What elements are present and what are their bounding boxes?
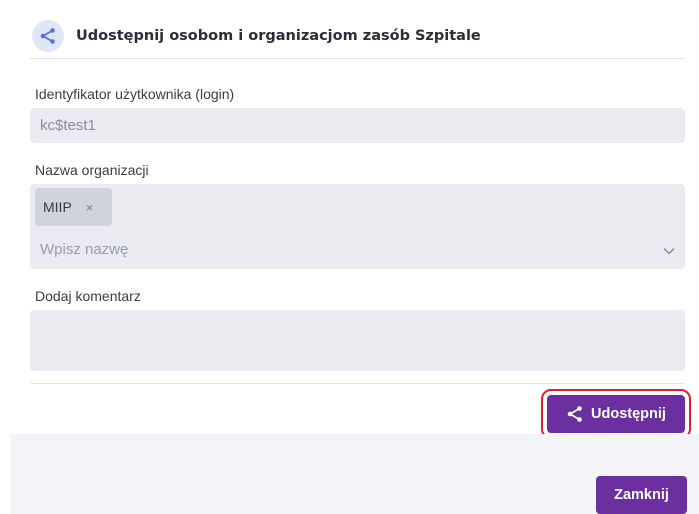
- dialog-header: Udostępnij osobom i organizacjom zasób S…: [30, 14, 685, 59]
- login-field[interactable]: kc$test1: [30, 108, 685, 143]
- share-icon: [566, 405, 584, 423]
- organization-label: Nazwa organizacji: [35, 162, 149, 178]
- share-icon: [32, 20, 64, 52]
- organization-chip-label: MIIP: [43, 199, 72, 215]
- share-button-label: Udostępnij: [591, 406, 666, 422]
- comment-textarea[interactable]: [30, 310, 685, 371]
- share-button[interactable]: Udostępnij: [541, 389, 691, 439]
- comment-label: Dodaj komentarz: [35, 288, 141, 304]
- close-button[interactable]: Zamknij: [596, 476, 687, 514]
- organization-chip: MIIP ×: [35, 188, 112, 226]
- close-button-label: Zamknij: [614, 487, 669, 503]
- organization-select[interactable]: MIIP × Wpisz nazwę: [30, 184, 685, 269]
- chevron-down-icon[interactable]: [663, 242, 675, 260]
- login-value: kc$test1: [40, 117, 96, 134]
- divider: [30, 383, 685, 384]
- dialog-title: Udostępnij osobom i organizacjom zasób S…: [76, 28, 481, 44]
- login-label: Identyfikator użytkownika (login): [35, 86, 235, 102]
- organization-search-input[interactable]: Wpisz nazwę: [40, 241, 128, 258]
- chip-remove-icon[interactable]: ×: [86, 200, 94, 215]
